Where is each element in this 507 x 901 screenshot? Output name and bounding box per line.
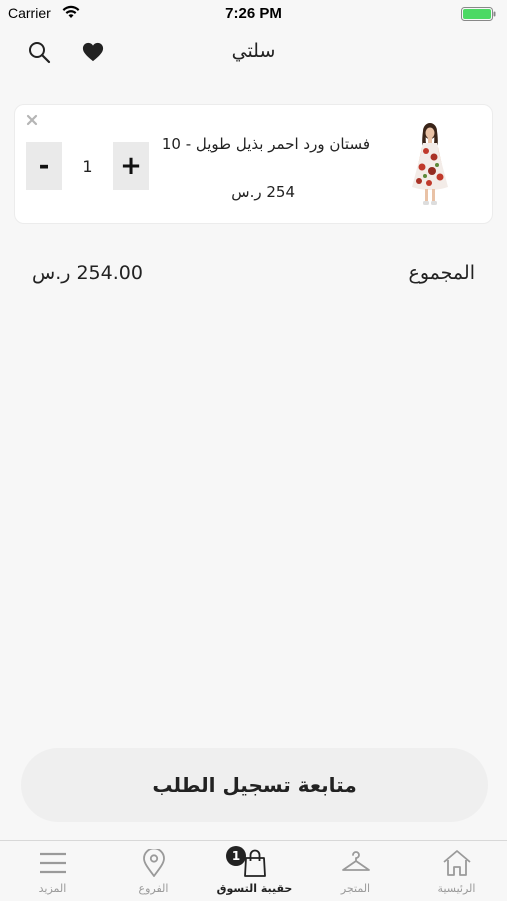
total-row: المجموع 254.00 ر.س — [32, 262, 475, 290]
tab-shopping-bag[interactable]: 1 حقيبة التسوق — [204, 841, 305, 901]
checkout-button[interactable]: متابعة تسجيل الطلب — [21, 748, 488, 822]
product-price: 254 ر.س — [231, 183, 295, 201]
product-name[interactable]: فستان ورد احمر بذيل طويل - 10 — [162, 135, 370, 153]
status-bar: Carrier 7:26 PM — [0, 0, 507, 26]
location-pin-icon — [142, 849, 165, 877]
tab-store[interactable]: المتجر — [305, 841, 406, 901]
tab-label: المتجر — [340, 882, 371, 895]
total-label: المجموع — [408, 262, 475, 284]
tab-label: حقيبة التسوق — [216, 882, 293, 895]
tab-home[interactable]: الرئيسية — [406, 841, 507, 901]
quantity-stepper: - 1 + — [26, 142, 149, 190]
quantity-value[interactable]: 1 — [62, 142, 113, 190]
cart-count-badge: 1 — [226, 846, 246, 866]
decrease-quantity-button[interactable]: - — [26, 142, 62, 190]
nav-bar: سلتي — [0, 26, 507, 80]
tab-more[interactable]: المزيد — [2, 841, 103, 901]
tab-label: الفروع — [138, 882, 169, 895]
cart-item-card: - 1 + فستان ورد احمر بذيل طويل - 10 254 … — [14, 104, 493, 224]
status-time: 7:26 PM — [225, 5, 282, 22]
girl-dress-product-image[interactable] — [406, 121, 454, 209]
tab-label: الرئيسية — [437, 882, 476, 895]
battery-icon — [461, 7, 496, 21]
hanger-icon — [341, 851, 370, 871]
remove-item-icon[interactable] — [25, 113, 39, 127]
page-title: سلتي — [231, 40, 276, 62]
menu-icon — [39, 852, 66, 874]
tab-bar: المزيد الفروع 1 حقيبة التسوق المتجر الرئ… — [0, 840, 507, 900]
total-amount: 254.00 ر.س — [32, 262, 143, 284]
increase-quantity-button[interactable]: + — [113, 142, 149, 190]
tab-label: المزيد — [38, 882, 67, 895]
tab-branches[interactable]: الفروع — [103, 841, 204, 901]
home-icon — [442, 850, 471, 876]
